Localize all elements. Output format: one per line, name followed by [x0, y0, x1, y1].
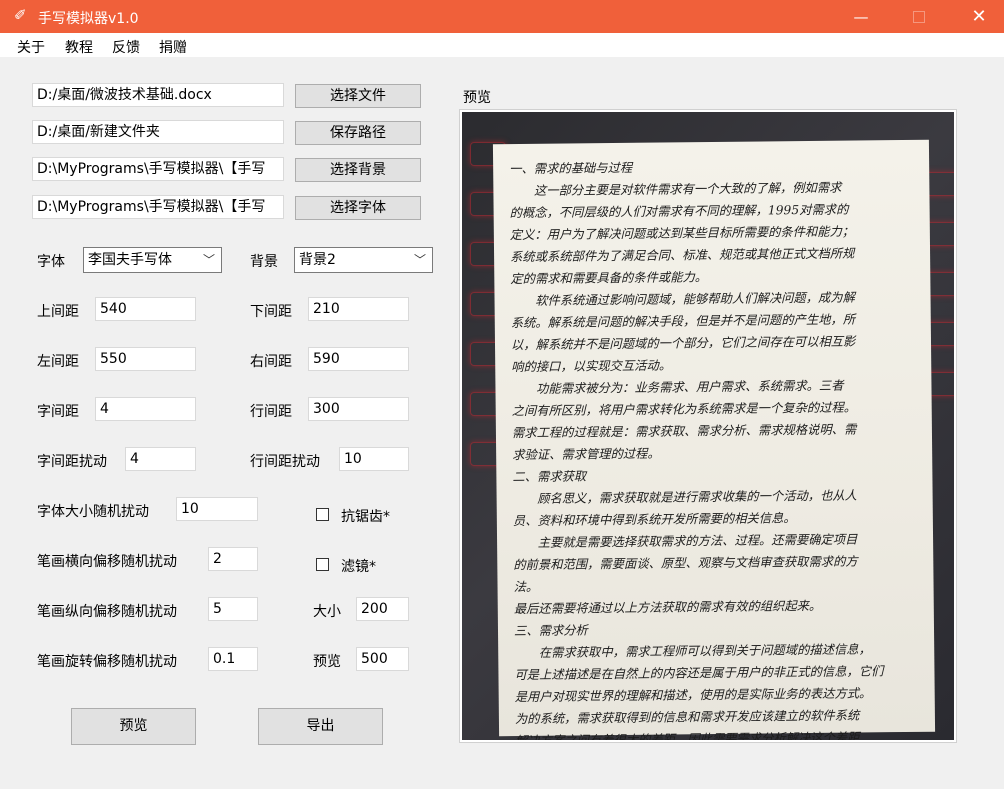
close-button[interactable]: ✕	[956, 0, 1002, 33]
menu-tutorial[interactable]: 教程	[65, 37, 93, 57]
top-margin-label: 上间距	[37, 304, 79, 320]
right-margin-label: 右间距	[250, 354, 292, 370]
preview-size-label: 预览	[313, 654, 341, 670]
size-input[interactable]: 200	[356, 597, 409, 621]
source-file-input[interactable]: D:/桌面/微波技术基础.docx	[32, 83, 284, 107]
maximize-button[interactable]	[896, 0, 942, 33]
left-margin-label: 左间距	[37, 354, 79, 370]
font-label: 字体	[37, 254, 65, 270]
h-offset-label: 笔画横向偏移随机扰动	[37, 554, 177, 570]
antialias-checkbox[interactable]	[316, 508, 329, 521]
export-button[interactable]: 导出	[258, 708, 383, 745]
save-path-button[interactable]: 保存路径	[295, 121, 421, 145]
top-margin-input[interactable]: 540	[95, 297, 196, 321]
feather-icon: ✐	[14, 6, 27, 24]
menu-about[interactable]: 关于	[17, 37, 45, 57]
rotation-offset-input[interactable]: 0.1	[208, 647, 258, 671]
menu-donate[interactable]: 捐赠	[159, 37, 187, 57]
filter-label: 滤镜*	[341, 559, 376, 575]
menu-feedback[interactable]: 反馈	[112, 37, 140, 57]
background-label: 背景	[250, 254, 278, 270]
line-jitter-label: 行间距扰动	[250, 454, 320, 470]
size-label: 大小	[313, 604, 341, 620]
right-margin-input[interactable]: 590	[308, 347, 409, 371]
char-jitter-label: 字间距扰动	[37, 454, 107, 470]
left-margin-input[interactable]: 550	[95, 347, 196, 371]
char-spacing-input[interactable]: 4	[95, 397, 196, 421]
char-jitter-input[interactable]: 4	[125, 447, 196, 471]
choose-font-button[interactable]: 选择字体	[295, 196, 421, 220]
v-offset-label: 笔画纵向偏移随机扰动	[37, 604, 177, 620]
antialias-label: 抗锯齿*	[341, 509, 390, 525]
line-spacing-input[interactable]: 300	[308, 397, 409, 421]
char-spacing-label: 字间距	[37, 404, 79, 420]
chevron-down-icon: ﹀	[202, 253, 215, 267]
preview-image: 一、需求的基础与过程 这一部分主要是对软件需求有一个大致的了解，例如需求 的概念，…	[462, 112, 954, 740]
font-path-input[interactable]: D:\MyPrograms\手写模拟器\【手写	[32, 195, 284, 219]
line-spacing-label: 行间距	[250, 404, 292, 420]
background-path-input[interactable]: D:\MyPrograms\手写模拟器\【手写	[32, 157, 284, 181]
preview-panel: 一、需求的基础与过程 这一部分主要是对软件需求有一个大致的了解，例如需求 的概念，…	[459, 109, 957, 743]
background-select[interactable]: 背景2 ﹀	[294, 247, 433, 273]
v-offset-input[interactable]: 5	[208, 597, 258, 621]
maximize-icon	[913, 10, 925, 23]
line-jitter-input[interactable]: 10	[339, 447, 409, 471]
preview-button[interactable]: 预览	[71, 708, 196, 745]
choose-background-button[interactable]: 选择背景	[295, 158, 421, 182]
title-bar: ✐ 手写模拟器v1.0 — ✕	[0, 0, 1004, 33]
handwritten-line: 是用户对现实世界的理解和描述，使用的是实际业务的表达方式。	[514, 686, 872, 705]
handwritten-text: 一、需求的基础与过程 这一部分主要是对软件需求有一个大致的了解，例如需求 的概念，…	[509, 154, 923, 740]
size-jitter-label: 字体大小随机扰动	[37, 504, 149, 520]
handwritten-page: 一、需求的基础与过程 这一部分主要是对软件需求有一个大致的了解，例如需求 的概念，…	[492, 139, 936, 740]
window-title: 手写模拟器v1.0	[38, 11, 139, 27]
font-select[interactable]: 李国夫手写体 ﹀	[83, 247, 222, 273]
rotation-offset-label: 笔画旋转偏移随机扰动	[37, 654, 177, 670]
minimize-button[interactable]: —	[838, 0, 884, 33]
size-jitter-input[interactable]: 10	[176, 497, 258, 521]
bottom-margin-input[interactable]: 210	[308, 297, 409, 321]
menu-bar: 关于 教程 反馈 捐赠	[0, 33, 1004, 57]
font-select-value: 李国夫手写体	[88, 252, 172, 268]
save-path-input[interactable]: D:/桌面/新建文件夹	[32, 120, 284, 144]
h-offset-input[interactable]: 2	[208, 547, 258, 571]
background-select-value: 背景2	[299, 252, 336, 268]
preview-size-input[interactable]: 500	[356, 647, 409, 671]
bottom-margin-label: 下间距	[250, 304, 292, 320]
choose-file-button[interactable]: 选择文件	[295, 84, 421, 108]
chevron-down-icon: ﹀	[413, 253, 426, 267]
filter-checkbox[interactable]	[316, 558, 329, 571]
preview-label: 预览	[463, 90, 491, 106]
